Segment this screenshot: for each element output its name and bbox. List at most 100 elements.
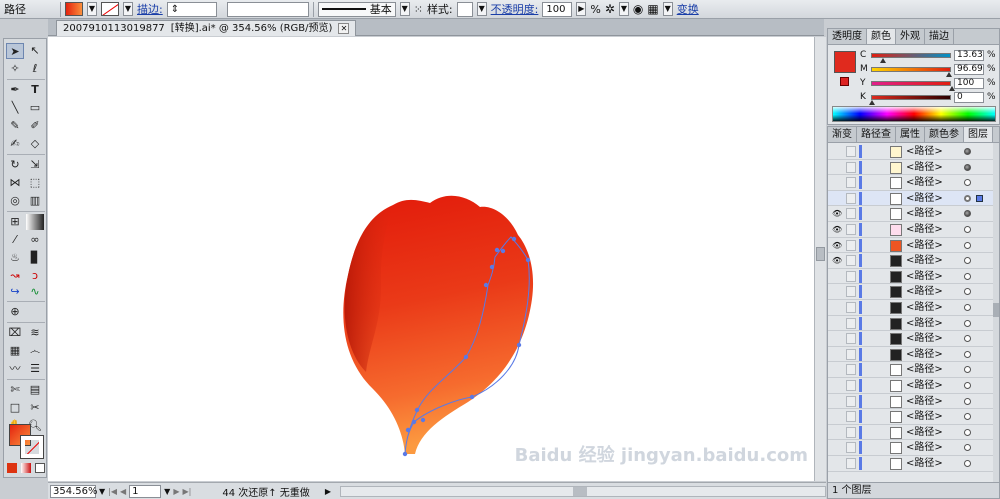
target-circle-icon[interactable] bbox=[964, 179, 971, 187]
eyedropper-tool-icon[interactable]: ⁄ bbox=[6, 232, 24, 248]
layer-row[interactable]: 👁︎ <路径> bbox=[828, 238, 998, 254]
target-circle-icon[interactable] bbox=[964, 350, 971, 358]
lock-toggle[interactable] bbox=[846, 286, 856, 298]
style-grid-icon[interactable]: ⁙ bbox=[414, 3, 423, 16]
lock-toggle[interactable] bbox=[846, 442, 856, 454]
magenta-slider[interactable] bbox=[871, 66, 953, 77]
layer-row-label[interactable]: <路径> bbox=[906, 285, 943, 298]
tab-layers[interactable]: 图层 bbox=[964, 127, 993, 142]
layer-row[interactable]: <路径> bbox=[828, 175, 998, 191]
gradient-tool-icon[interactable] bbox=[26, 214, 44, 230]
perspective-grid-tool-icon[interactable]: ▥ bbox=[26, 193, 44, 209]
stroke-weight-field[interactable]: ⇕ bbox=[166, 1, 217, 17]
symbol-sprayer-tool-icon[interactable]: ♨ bbox=[6, 250, 24, 266]
target-circle-icon[interactable] bbox=[964, 460, 971, 467]
paintbrush-tool-icon[interactable]: ✎ bbox=[6, 118, 24, 134]
layer-row-label[interactable]: <路径> bbox=[906, 145, 943, 158]
lock-toggle[interactable] bbox=[846, 192, 856, 204]
mesh-tool-icon[interactable]: ⊞ bbox=[6, 214, 24, 230]
rotate-tool-icon[interactable]: ↻ bbox=[6, 157, 24, 173]
lock-toggle[interactable] bbox=[846, 317, 856, 329]
recolor-artwork-icon[interactable]: ✲ bbox=[605, 2, 615, 16]
layer-row-label[interactable]: <路径> bbox=[906, 254, 943, 267]
fill-swatch[interactable] bbox=[65, 2, 83, 16]
layer-row[interactable]: <路径> bbox=[828, 160, 998, 176]
tab-gradient[interactable]: 渐变 bbox=[828, 127, 857, 142]
tab-appearance[interactable]: 外观 bbox=[896, 29, 925, 44]
target-circle-icon[interactable] bbox=[964, 319, 971, 327]
target-circle-icon[interactable] bbox=[964, 335, 971, 343]
visibility-eye-icon[interactable] bbox=[832, 459, 842, 469]
layer-row[interactable]: <路径> bbox=[828, 394, 998, 410]
status-menu-icon[interactable]: ▶ bbox=[325, 487, 331, 496]
pencil-tool-icon[interactable]: ✐ bbox=[26, 118, 44, 134]
vertical-scrollbar[interactable] bbox=[814, 37, 826, 481]
layer-row-label[interactable]: <路径> bbox=[906, 270, 943, 283]
lock-toggle[interactable] bbox=[846, 208, 856, 220]
next-artboard-icon[interactable]: ▶ bbox=[173, 487, 179, 496]
target-circle-icon[interactable] bbox=[964, 397, 971, 405]
target-circle-icon[interactable] bbox=[964, 148, 971, 155]
blend-tool-icon[interactable]: ∞ bbox=[26, 232, 44, 248]
globe-icon[interactable]: ◉ bbox=[633, 2, 643, 16]
lock-toggle[interactable] bbox=[846, 426, 856, 438]
visibility-eye-icon[interactable] bbox=[832, 381, 842, 391]
out-of-gamut-icon[interactable] bbox=[840, 77, 849, 86]
previous-artboard-icon[interactable]: ◀ bbox=[120, 487, 126, 496]
target-circle-icon[interactable] bbox=[964, 428, 971, 436]
visibility-eye-icon[interactable] bbox=[832, 303, 842, 313]
yellow-slider[interactable] bbox=[871, 80, 955, 91]
lock-toggle[interactable] bbox=[846, 302, 856, 313]
target-circle-icon[interactable] bbox=[964, 241, 971, 249]
chevron-down-icon[interactable]: ▼ bbox=[123, 2, 133, 16]
slider-thumb[interactable] bbox=[879, 57, 886, 63]
lock-toggle[interactable] bbox=[846, 270, 856, 282]
layer-row-label[interactable]: <路径> bbox=[906, 223, 943, 236]
zigzag-icon[interactable]: 〰 bbox=[6, 361, 24, 377]
lock-toggle[interactable] bbox=[846, 255, 856, 267]
lock-toggle[interactable] bbox=[846, 458, 856, 469]
chevron-down-icon[interactable]: ▼ bbox=[87, 2, 97, 16]
artboard-number-field[interactable]: 1 bbox=[129, 484, 162, 498]
layer-row-label[interactable]: <路径> bbox=[906, 395, 943, 408]
tab-attributes[interactable]: 属性 bbox=[896, 127, 925, 142]
layer-row-label[interactable]: <路径> bbox=[906, 426, 943, 439]
brush-definition-dropdown[interactable]: 基本 bbox=[317, 1, 396, 17]
none-mode-icon[interactable] bbox=[35, 463, 45, 473]
layer-row-label[interactable]: <路径> bbox=[906, 363, 943, 376]
layer-row[interactable]: 👁︎ <路径> bbox=[828, 222, 998, 238]
width-tool-icon[interactable]: ⋈ bbox=[6, 175, 24, 191]
target-circle-icon[interactable] bbox=[964, 382, 971, 389]
visibility-eye-icon[interactable] bbox=[832, 178, 842, 188]
visibility-eye-icon[interactable]: 👁︎ bbox=[832, 225, 842, 235]
free-transform-tool-icon[interactable]: ⬚ bbox=[26, 175, 44, 191]
stroke-none-swatch[interactable] bbox=[101, 2, 119, 16]
layer-row-label[interactable]: <路径> bbox=[906, 441, 943, 454]
chevron-right-icon[interactable]: ▶ bbox=[576, 2, 587, 16]
type-tool-icon[interactable]: T bbox=[26, 82, 44, 98]
opacity-input[interactable]: 100 bbox=[542, 1, 573, 17]
lock-toggle[interactable] bbox=[846, 161, 856, 173]
layers-scrollbar[interactable] bbox=[993, 143, 999, 483]
layer-row-label[interactable]: <路径> bbox=[906, 192, 943, 205]
visibility-eye-icon[interactable] bbox=[832, 319, 842, 329]
rectangle-tool-icon[interactable]: ▭ bbox=[26, 100, 44, 116]
scroll-thumb[interactable] bbox=[572, 486, 587, 496]
slider-thumb[interactable] bbox=[946, 71, 953, 77]
tab-color[interactable]: 颜色 bbox=[867, 29, 896, 44]
artboard-canvas[interactable]: Baidu 经验 jingyan.baidu.com bbox=[48, 37, 814, 481]
petal-artwork[interactable] bbox=[48, 37, 814, 481]
tab-color-guide[interactable]: 颜色参 bbox=[925, 127, 964, 142]
cyan-value[interactable]: 13.63 bbox=[954, 49, 984, 61]
tab-pathfinder[interactable]: 路径查 bbox=[857, 127, 896, 142]
black-value[interactable]: 0 bbox=[954, 91, 984, 103]
visibility-eye-icon[interactable] bbox=[832, 163, 842, 173]
layer-row-label[interactable]: <路径> bbox=[906, 239, 943, 252]
chevron-down-icon[interactable]: ▼ bbox=[99, 487, 105, 496]
black-slider[interactable] bbox=[869, 94, 951, 105]
selection-tool-icon[interactable]: ➤ bbox=[6, 43, 24, 59]
lock-toggle[interactable] bbox=[846, 364, 856, 376]
chevron-down-icon[interactable]: ▼ bbox=[476, 2, 487, 16]
stroke-link[interactable]: 描边: bbox=[137, 1, 163, 17]
layer-row-label[interactable]: <路径> bbox=[906, 317, 943, 330]
